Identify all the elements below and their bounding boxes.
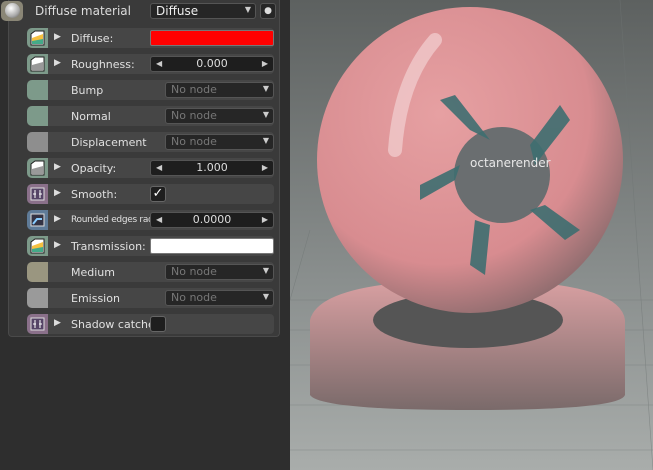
increment-arrow-icon[interactable]: ▶ xyxy=(262,213,268,227)
decrement-arrow-icon[interactable]: ◀ xyxy=(156,57,162,71)
row-shadow-catcher: ▶ Shadow catcher: xyxy=(26,313,275,335)
normal-node-value: No node xyxy=(171,109,217,122)
octane-logo-text: octanerender xyxy=(470,156,551,170)
row-bump: Bump No node ▼ xyxy=(26,79,275,101)
decrement-arrow-icon[interactable]: ◀ xyxy=(156,213,162,227)
chevron-down-icon: ▼ xyxy=(262,84,269,93)
displacement-node-value: No node xyxy=(171,135,217,148)
expand-arrow-icon[interactable]: ▶ xyxy=(54,32,61,42)
eye-icon[interactable]: ● xyxy=(260,3,276,19)
smooth-checkbox[interactable]: ✓ xyxy=(150,186,166,202)
chevron-down-icon: ▼ xyxy=(262,136,269,145)
row-displacement: Displacement No node ▼ xyxy=(26,131,275,153)
roughness-stepper[interactable]: ◀ 0.000 ▶ xyxy=(150,56,274,72)
expand-arrow-icon[interactable]: ▶ xyxy=(54,58,61,68)
emission-node-value: No node xyxy=(171,291,217,304)
opacity-value: 1.000 xyxy=(196,161,228,174)
expand-arrow-icon[interactable]: ▶ xyxy=(54,162,61,172)
medium-node-value: No node xyxy=(171,265,217,278)
transmission-color-swatch[interactable] xyxy=(150,238,274,254)
emission-label: Emission xyxy=(71,292,120,305)
row-medium: Medium No node ▼ xyxy=(26,261,275,283)
chevron-down-icon: ▼ xyxy=(262,110,269,119)
expand-arrow-icon[interactable]: ▶ xyxy=(54,240,61,250)
opacity-label: Opacity: xyxy=(71,162,117,175)
pin-swatch[interactable] xyxy=(27,106,48,126)
row-roughness: ▶ Roughness: ◀ 0.000 ▶ xyxy=(26,53,275,75)
texture-grey-icon-swatch[interactable] xyxy=(27,54,48,74)
pin-swatch[interactable] xyxy=(27,288,48,308)
expand-arrow-icon[interactable]: ▶ xyxy=(54,188,61,198)
row-smooth: ▶ Smooth: ✓ xyxy=(26,183,275,205)
transmission-label: Transmission: xyxy=(71,240,146,253)
displacement-label: Displacement xyxy=(71,136,147,149)
emission-node-dropdown[interactable]: No node ▼ xyxy=(165,290,274,306)
chevron-down-icon: ▼ xyxy=(262,266,269,275)
pin-swatch[interactable] xyxy=(27,80,48,100)
material-header: Diffuse material Diffuse ▼ ● xyxy=(0,0,280,24)
float-icon-swatch[interactable] xyxy=(27,210,48,230)
bump-label: Bump xyxy=(71,84,104,97)
medium-node-dropdown[interactable]: No node ▼ xyxy=(165,264,274,280)
chevron-down-icon: ▼ xyxy=(262,292,269,301)
bool-icon-swatch[interactable] xyxy=(27,314,48,334)
row-emission: Emission No node ▼ xyxy=(26,287,275,309)
pin-swatch[interactable] xyxy=(27,132,48,152)
row-diffuse: ▶ Diffuse: xyxy=(26,27,275,49)
material-type-value: Diffuse xyxy=(156,4,199,18)
roughness-label: Roughness: xyxy=(71,58,135,71)
expand-arrow-icon[interactable]: ▶ xyxy=(54,318,61,328)
material-type-dropdown[interactable]: Diffuse ▼ xyxy=(150,3,256,19)
roughness-value: 0.000 xyxy=(196,57,228,70)
increment-arrow-icon[interactable]: ▶ xyxy=(262,57,268,71)
row-rounded-edges-radius: ▶ Rounded edges radius: ◀ 0.0000 ▶ xyxy=(26,209,275,231)
diffuse-color-swatch[interactable] xyxy=(150,30,274,46)
render-viewport[interactable]: octanerender xyxy=(290,0,653,470)
row-opacity: ▶ Opacity: ◀ 1.000 ▶ xyxy=(26,157,275,179)
bump-node-value: No node xyxy=(171,83,217,96)
rounded-edges-radius-stepper[interactable]: ◀ 0.0000 ▶ xyxy=(150,212,274,228)
texture-rgb-icon-swatch[interactable] xyxy=(27,28,48,48)
increment-arrow-icon[interactable]: ▶ xyxy=(262,161,268,175)
texture-grey-icon-swatch[interactable] xyxy=(27,158,48,178)
expand-arrow-icon[interactable]: ▶ xyxy=(54,214,61,224)
bump-node-dropdown[interactable]: No node ▼ xyxy=(165,82,274,98)
displacement-node-dropdown[interactable]: No node ▼ xyxy=(165,134,274,150)
row-normal: Normal No node ▼ xyxy=(26,105,275,127)
shadow-catcher-checkbox[interactable] xyxy=(150,316,166,332)
material-title: Diffuse material xyxy=(35,4,131,18)
texture-rgb-icon-swatch[interactable] xyxy=(27,236,48,256)
bool-icon-swatch[interactable] xyxy=(27,184,48,204)
normal-node-dropdown[interactable]: No node ▼ xyxy=(165,108,274,124)
chevron-down-icon: ▼ xyxy=(244,5,251,14)
opacity-stepper[interactable]: ◀ 1.000 ▶ xyxy=(150,160,274,176)
medium-label: Medium xyxy=(71,266,115,279)
smooth-label: Smooth: xyxy=(71,188,118,201)
row-transmission: ▶ Transmission: xyxy=(26,235,275,257)
decrement-arrow-icon[interactable]: ◀ xyxy=(156,161,162,175)
normal-label: Normal xyxy=(71,110,111,123)
rounded-edges-radius-value: 0.0000 xyxy=(192,213,232,226)
material-sphere-icon[interactable] xyxy=(1,1,23,21)
pin-swatch[interactable] xyxy=(27,262,48,282)
diffuse-label: Diffuse: xyxy=(71,32,114,45)
